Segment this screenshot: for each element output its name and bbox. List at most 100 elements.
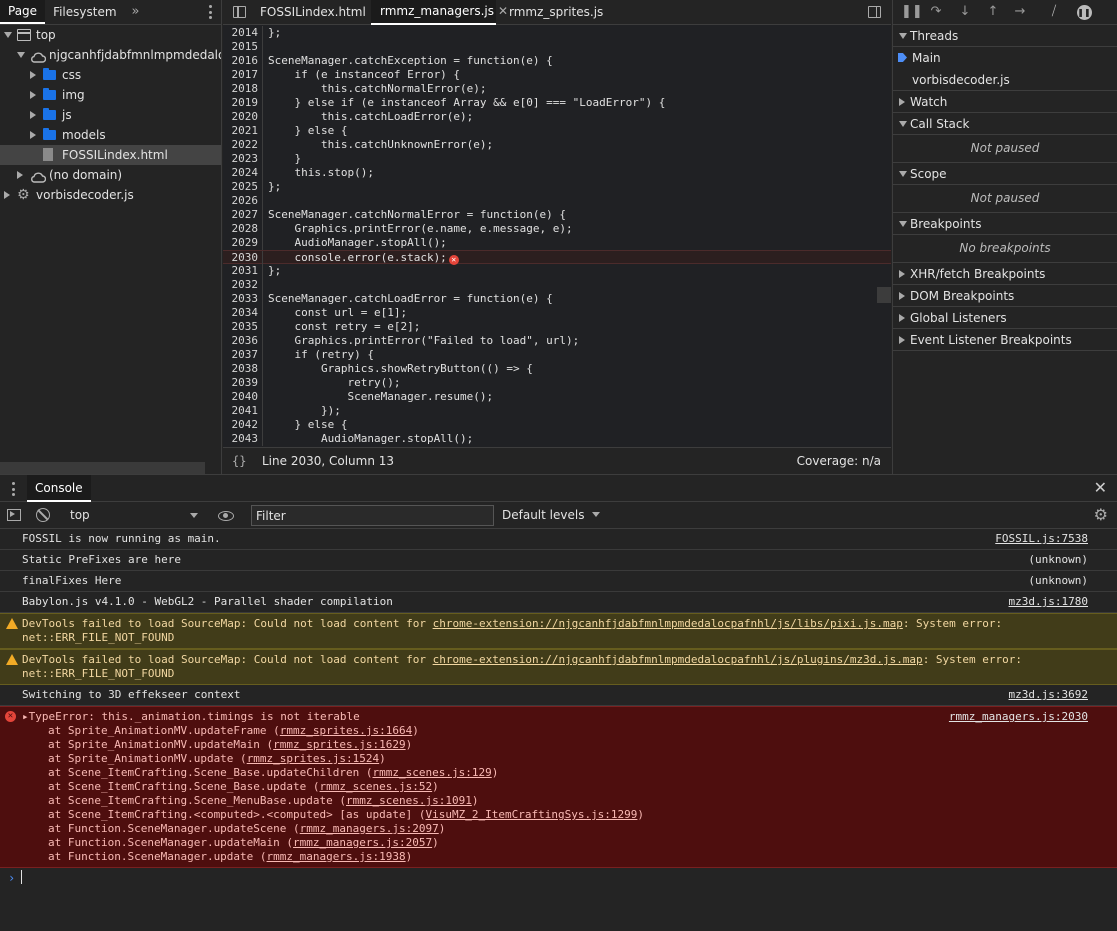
toggle-navigator-icon[interactable]: [233, 6, 246, 18]
stack-frame-link[interactable]: rmmz_scenes.js:52: [320, 780, 433, 793]
tree-item[interactable]: js: [0, 105, 221, 125]
code-line[interactable]: 2042 } else {: [223, 418, 891, 432]
line-number[interactable]: 2035: [223, 320, 263, 334]
code-line[interactable]: 2038 Graphics.showRetryButton(() => {: [223, 362, 891, 376]
line-number[interactable]: 2032: [223, 278, 263, 292]
console-warning-message[interactable]: DevTools failed to load SourceMap: Could…: [0, 649, 1117, 685]
toggle-debugger-icon[interactable]: [868, 6, 881, 18]
line-number[interactable]: 2014: [223, 26, 263, 40]
code-line[interactable]: 2021 } else {: [223, 124, 891, 138]
code-line[interactable]: 2023 }: [223, 152, 891, 166]
code-line[interactable]: 2016 SceneManager.catchException = functi…: [223, 54, 891, 68]
line-number[interactable]: 2028: [223, 222, 263, 236]
tab-console[interactable]: Console: [27, 475, 91, 502]
expanded-arrow-icon[interactable]: [4, 32, 12, 38]
log-source-link[interactable]: FOSSIL.js:7538: [995, 532, 1088, 546]
error-source-link[interactable]: rmmz_managers.js:2030: [949, 710, 1088, 724]
code-line[interactable]: 2029 AudioManager.stopAll();: [223, 236, 891, 250]
console-sidebar-icon[interactable]: [7, 509, 21, 521]
line-number[interactable]: 2030: [223, 251, 263, 265]
code-line[interactable]: 2026: [223, 194, 891, 208]
console-error-message[interactable]: ✕ ▸TypeError: this._animation.timings is…: [0, 706, 1117, 868]
expanded-arrow-icon[interactable]: [17, 52, 25, 58]
thread-vorbisdecoder[interactable]: vorbisdecoder.js: [893, 69, 1117, 91]
line-number[interactable]: 2039: [223, 376, 263, 390]
tree-item[interactable]: css: [0, 65, 221, 85]
stack-frame-link[interactable]: rmmz_scenes.js:129: [373, 766, 492, 779]
tree-item[interactable]: njgcanhfjdabfmnlmpmdedalocpafnhl: [0, 45, 221, 65]
stack-frame-link[interactable]: rmmz_managers.js:2057: [293, 836, 432, 849]
line-number[interactable]: 2029: [223, 236, 263, 250]
code-line[interactable]: 2028 Graphics.printError(e.name, e.messa…: [223, 222, 891, 236]
code-line[interactable]: 2034 const url = e[1];: [223, 306, 891, 320]
line-number[interactable]: 2043: [223, 432, 263, 446]
tab-rmmz-managers[interactable]: rmmz_managers.js ✕: [371, 0, 508, 25]
console-prompt[interactable]: ›: [0, 868, 1117, 890]
line-number[interactable]: 2019: [223, 96, 263, 110]
step-out-icon[interactable]: ↑: [985, 4, 1001, 20]
deactivate-breakpoints-icon[interactable]: ⧸: [1046, 4, 1062, 20]
tree-item[interactable]: ⚙ vorbisdecoder.js: [0, 185, 221, 205]
stack-frame-link[interactable]: rmmz_managers.js:2097: [300, 822, 439, 835]
breakpoints-header[interactable]: Breakpoints: [893, 213, 1117, 235]
code-line[interactable]: 2039 retry();: [223, 376, 891, 390]
line-number[interactable]: 2037: [223, 348, 263, 362]
live-expression-eye-icon[interactable]: [218, 511, 234, 521]
line-number[interactable]: 2040: [223, 390, 263, 404]
code-line[interactable]: 2040 SceneManager.resume();: [223, 390, 891, 404]
tab-filesystem[interactable]: Filesystem: [45, 0, 124, 24]
line-number[interactable]: 2022: [223, 138, 263, 152]
event-listener-breakpoints-header[interactable]: Event Listener Breakpoints: [893, 329, 1117, 351]
code-line[interactable]: 2036 Graphics.printError("Failed to load…: [223, 334, 891, 348]
log-source-link[interactable]: mz3d.js:1780: [1009, 595, 1088, 609]
line-number[interactable]: 2020: [223, 110, 263, 124]
console-log-message[interactable]: Switching to 3D effekseer context mz3d.js…: [0, 685, 1117, 706]
sourcemap-link[interactable]: chrome-extension://njgcanhfjdabfmnlmpmde…: [433, 617, 903, 630]
pause-on-exceptions-icon[interactable]: ❚❚: [1076, 4, 1092, 20]
console-log-message[interactable]: finalFixes Here (unknown): [0, 571, 1117, 592]
watch-header[interactable]: Watch: [893, 91, 1117, 113]
collapsed-arrow-icon[interactable]: [30, 71, 36, 79]
more-tabs-icon[interactable]: »: [125, 0, 147, 24]
collapsed-arrow-icon[interactable]: [17, 171, 23, 179]
line-number[interactable]: 2017: [223, 68, 263, 82]
scope-header[interactable]: Scope: [893, 163, 1117, 185]
console-log-message[interactable]: FOSSIL is now running as main. FOSSIL.js:…: [0, 529, 1117, 550]
console-filter-input[interactable]: [251, 505, 494, 526]
tab-rmmz-sprites[interactable]: rmmz_sprites.js: [500, 0, 612, 25]
console-settings-gear-icon[interactable]: ⚙: [1094, 506, 1108, 524]
pretty-print-button[interactable]: {}: [232, 448, 246, 475]
tree-item[interactable]: top: [0, 25, 221, 45]
log-source-link[interactable]: mz3d.js:3692: [1009, 688, 1088, 702]
code-line[interactable]: 2019 } else if (e instanceof Array && e[…: [223, 96, 891, 110]
error-text[interactable]: ▸TypeError: this._animation.timings is n…: [22, 710, 1087, 724]
tree-item[interactable]: (no domain): [0, 165, 221, 185]
tab-page[interactable]: Page: [0, 0, 46, 24]
navigator-menu-icon[interactable]: [209, 5, 213, 19]
code-line[interactable]: 2032: [223, 278, 891, 292]
drawer-menu-icon[interactable]: [12, 482, 16, 496]
line-number[interactable]: 2038: [223, 362, 263, 376]
pause-icon[interactable]: ❚❚: [901, 4, 923, 20]
clear-console-icon[interactable]: [36, 508, 50, 522]
line-number[interactable]: 2016: [223, 54, 263, 68]
code-line[interactable]: 2020 this.catchLoadError(e);: [223, 110, 891, 124]
line-number[interactable]: 2023: [223, 152, 263, 166]
collapsed-arrow-icon[interactable]: [30, 111, 36, 119]
stack-frame-link[interactable]: rmmz_sprites.js:1664: [280, 724, 412, 737]
line-number[interactable]: 2018: [223, 82, 263, 96]
code-line[interactable]: 2014};: [223, 26, 891, 40]
step-icon[interactable]: →: [1012, 4, 1028, 20]
collapsed-arrow-icon[interactable]: [30, 131, 36, 139]
horizontal-scrollbar[interactable]: [0, 462, 205, 474]
call-stack-header[interactable]: Call Stack: [893, 113, 1117, 135]
threads-header[interactable]: Threads: [893, 25, 1117, 47]
error-code-line[interactable]: 2030 console.error(e.stack); ✕: [223, 250, 891, 265]
code-line[interactable]: 2041 });: [223, 404, 891, 418]
stack-frame-link[interactable]: rmmz_sprites.js:1524: [247, 752, 379, 765]
line-number[interactable]: 2015: [223, 40, 263, 54]
close-icon[interactable]: ✕: [1094, 479, 1107, 497]
dom-breakpoints-header[interactable]: DOM Breakpoints: [893, 285, 1117, 307]
log-levels-dropdown[interactable]: Default levels: [502, 502, 601, 529]
line-number[interactable]: 2033: [223, 292, 263, 306]
